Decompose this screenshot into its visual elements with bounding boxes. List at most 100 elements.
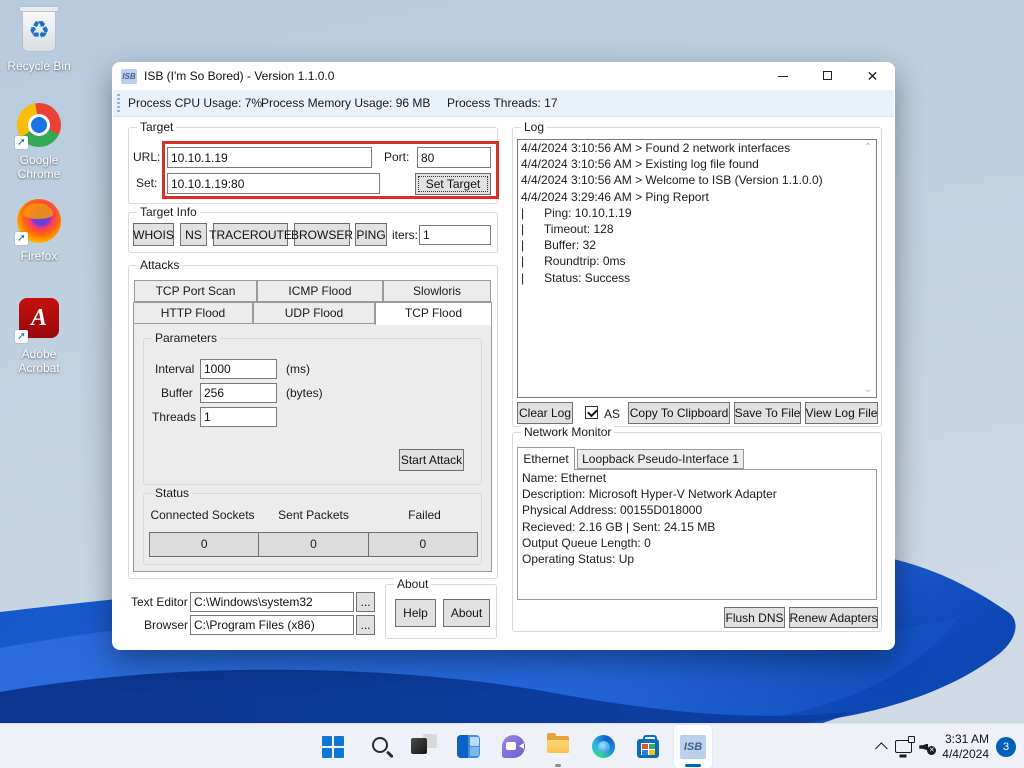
text-editor-path-input[interactable]	[190, 592, 354, 612]
window-title: ISB (I'm So Bored) - Version 1.1.0.0	[144, 69, 334, 83]
browser-path-input[interactable]	[190, 615, 354, 635]
network-adapter-details: Name: Ethernet Description: Microsoft Hy…	[517, 469, 877, 600]
minimize-icon	[778, 76, 788, 77]
log-entry: | Status: Success	[518, 270, 876, 286]
isb-app-icon: ISB	[680, 735, 706, 759]
maximize-icon	[823, 71, 832, 80]
notification-badge[interactable]: 3	[996, 737, 1016, 757]
log-entry: | Buffer: 32	[518, 237, 876, 253]
tab-udp-flood[interactable]: UDP Flood	[253, 302, 375, 324]
status-group-label: Status	[152, 486, 192, 500]
desktop-icon-google-chrome[interactable]: ➚ Google Chrome	[5, 100, 73, 181]
minimize-button[interactable]	[760, 62, 805, 90]
traceroute-button[interactable]: TRACEROUTE	[213, 223, 288, 246]
parameters-group-label: Parameters	[152, 331, 220, 345]
sent-packets-value: 0	[259, 533, 368, 556]
tab-loopback-pseudo-interface[interactable]: Loopback Pseudo-Interface 1	[577, 449, 744, 469]
network-tray-icon[interactable]	[895, 740, 912, 753]
threads-status: Process Threads: 17	[447, 96, 558, 110]
chat-button[interactable]	[493, 724, 533, 768]
acrobat-icon: A ➚	[14, 294, 64, 344]
file-explorer-button[interactable]	[538, 724, 578, 768]
connected-sockets-value: 0	[150, 533, 259, 556]
target-info-group-label: Target Info	[137, 205, 200, 219]
scroll-down-icon[interactable]: ⌄	[862, 384, 874, 395]
about-button[interactable]: About	[443, 599, 490, 627]
tab-http-flood[interactable]: HTTP Flood	[133, 302, 253, 324]
desktop-icon-recycle-bin[interactable]: ♻ Recycle Bin	[5, 6, 73, 73]
shortcut-arrow-icon: ➚	[15, 232, 28, 245]
tab-ethernet[interactable]: Ethernet	[517, 447, 575, 470]
interval-input[interactable]	[200, 359, 277, 379]
isb-app-window: ISB ISB (I'm So Bored) - Version 1.1.0.0…	[112, 62, 895, 650]
ns-button[interactable]: NS	[180, 223, 207, 246]
browser-button[interactable]: BROWSER	[294, 223, 350, 246]
port-input[interactable]	[417, 147, 491, 168]
volume-muted-icon[interactable]: ✕	[919, 740, 935, 754]
adapter-description: Description: Microsoft Hyper-V Network A…	[518, 486, 876, 502]
whois-button[interactable]: WHOIS	[133, 223, 174, 246]
desktop-icon-firefox[interactable]: ➚ Firefox	[5, 196, 73, 263]
adapter-queue-length: Output Queue Length: 0	[518, 535, 876, 551]
scroll-up-icon[interactable]: ⌃	[862, 142, 874, 153]
as-checkbox[interactable]	[585, 406, 598, 419]
browser-browse-button[interactable]: ...	[356, 615, 375, 635]
ping-button[interactable]: PING	[355, 223, 387, 246]
flush-dns-button[interactable]: Flush DNS	[724, 607, 785, 628]
tab-tcp-flood[interactable]: TCP Flood	[375, 302, 492, 325]
title-bar[interactable]: ISB ISB (I'm So Bored) - Version 1.1.0.0…	[112, 62, 895, 90]
text-editor-browse-button[interactable]: ...	[356, 592, 375, 612]
log-entry: 4/4/2024 3:10:56 AM > Existing log file …	[518, 156, 876, 172]
shortcut-arrow-icon: ➚	[15, 136, 28, 149]
maximize-button[interactable]	[805, 62, 850, 90]
isb-taskbar-button[interactable]: ISB	[673, 724, 713, 768]
set-target-button[interactable]: Set Target	[415, 173, 491, 195]
desktop-icon-label: Adobe Acrobat	[5, 347, 73, 375]
tab-icmp-flood[interactable]: ICMP Flood	[257, 280, 383, 302]
store-icon	[637, 739, 659, 758]
as-checkbox-label[interactable]: AS	[604, 407, 620, 421]
adapter-name: Name: Ethernet	[518, 470, 876, 486]
clear-log-button[interactable]: Clear Log	[517, 402, 573, 424]
shortcut-arrow-icon: ➚	[15, 330, 28, 343]
threads-input[interactable]	[200, 407, 277, 427]
tab-slowloris[interactable]: Slowloris	[383, 280, 491, 302]
search-icon	[372, 737, 388, 753]
save-to-file-button[interactable]: Save To File	[734, 402, 801, 424]
store-button[interactable]	[628, 724, 668, 768]
port-label: Port:	[384, 150, 409, 164]
task-view-button[interactable]	[403, 724, 443, 768]
browser-label: Browser	[144, 618, 188, 632]
copy-to-clipboard-button[interactable]: Copy To Clipboard	[628, 402, 730, 424]
system-tray: ✕ 3:31 AM 4/4/2024 3	[879, 724, 1016, 768]
edge-button[interactable]	[583, 724, 623, 768]
log-entry: | Roundtrip: 0ms	[518, 253, 876, 269]
iters-input[interactable]	[419, 225, 491, 245]
start-button[interactable]	[313, 724, 353, 768]
desktop-icon-adobe-acrobat[interactable]: A ➚ Adobe Acrobat	[5, 294, 73, 375]
set-input[interactable]	[167, 173, 380, 194]
toolstrip-grip[interactable]	[117, 94, 120, 113]
tray-chevron-up-icon[interactable]	[875, 742, 888, 755]
iters-label: iters:	[392, 228, 418, 242]
target-group-label: Target	[137, 120, 176, 134]
log-entry: | Ping: 10.10.1.19	[518, 205, 876, 221]
start-attack-button[interactable]: Start Attack	[399, 449, 464, 471]
help-button[interactable]: Help	[395, 599, 436, 627]
buffer-unit-label: (bytes)	[286, 386, 323, 400]
log-entry: 4/4/2024 3:10:56 AM > Found 2 network in…	[518, 140, 876, 156]
view-log-file-button[interactable]: View Log File	[805, 402, 878, 424]
attack-status-groupbox: Status Connected Sockets Sent Packets Fa…	[143, 493, 482, 565]
tab-tcp-port-scan[interactable]: TCP Port Scan	[134, 280, 257, 302]
renew-adapters-button[interactable]: Renew Adapters	[789, 607, 878, 628]
close-button[interactable]: ✕	[850, 62, 895, 90]
search-button[interactable]	[358, 724, 398, 768]
tray-clock[interactable]: 3:31 AM 4/4/2024	[942, 732, 989, 762]
memory-usage-status: Process Memory Usage: 96 MB	[261, 96, 430, 110]
log-listbox[interactable]: 4/4/2024 3:10:56 AM > Found 2 network in…	[517, 139, 877, 398]
url-input[interactable]	[167, 147, 372, 168]
buffer-input[interactable]	[200, 383, 277, 403]
connected-sockets-header: Connected Sockets	[147, 508, 258, 522]
widgets-button[interactable]	[448, 724, 488, 768]
active-indicator	[685, 764, 701, 767]
